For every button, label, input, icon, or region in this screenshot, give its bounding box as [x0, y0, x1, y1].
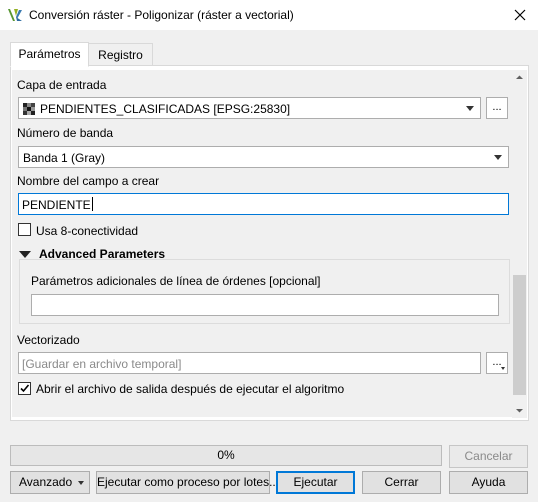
eight-connectedness-label: Usa 8-conectividad [36, 224, 139, 238]
title-bar: Conversión ráster - Poligonizar (ráster … [0, 0, 538, 30]
advanced-parameters-group: Parámetros adicionales de línea de órden… [19, 259, 510, 324]
window-title: Conversión ráster - Poligonizar (ráster … [29, 8, 294, 22]
field-name-value: PENDIENTE [22, 198, 91, 212]
batch-process-button[interactable]: Ejecutar como proceso por lotes... [96, 471, 279, 494]
scrollbar-thumb[interactable] [513, 275, 526, 395]
advanced-button[interactable]: Avanzado [10, 471, 90, 494]
run-button[interactable]: Ejecutar [276, 471, 355, 494]
close-icon[interactable] [510, 5, 530, 25]
progress-bar: 0% [10, 445, 442, 466]
input-layer-label: Capa de entrada [17, 78, 107, 92]
extra-params-input[interactable] [31, 294, 499, 316]
field-name-label: Nombre del campo a crear [17, 174, 160, 188]
input-layer-value: PENDIENTES_CLASIFICADAS [EPSG:25830] [40, 102, 291, 116]
qgis-logo-icon [8, 9, 22, 21]
vertical-scrollbar[interactable] [512, 70, 527, 418]
output-input[interactable]: [Guardar en archivo temporal] [18, 352, 481, 374]
chevron-down-icon [78, 481, 84, 485]
eight-connectedness-checkbox[interactable] [18, 223, 31, 236]
parameters-panel: Capa de entrada PENDIENTES_CLASIFICADAS … [10, 65, 529, 421]
parameters-scroll-area: Capa de entrada PENDIENTES_CLASIFICADAS … [12, 70, 512, 417]
input-layer-combo[interactable]: PENDIENTES_CLASIFICADAS [EPSG:25830] [18, 97, 481, 119]
output-browse-button[interactable]: ... [486, 352, 508, 374]
collapse-triangle-icon[interactable] [19, 251, 31, 258]
close-button[interactable]: Cerrar [362, 471, 441, 494]
chevron-down-icon [494, 155, 502, 160]
cancel-button[interactable]: Cancelar [449, 445, 528, 468]
band-value: Banda 1 (Gray) [23, 151, 106, 165]
progress-text: 0% [217, 448, 235, 462]
input-layer-browse-button[interactable]: ... [486, 97, 508, 119]
extra-params-label: Parámetros adicionales de línea de órden… [31, 274, 321, 288]
open-output-checkbox[interactable] [18, 382, 31, 395]
scroll-up-icon[interactable] [515, 73, 524, 82]
open-output-label: Abrir el archivo de salida después de ej… [36, 382, 345, 396]
output-placeholder: [Guardar en archivo temporal] [22, 357, 182, 371]
tab-parametros[interactable]: Parámetros [10, 42, 89, 67]
tab-registro[interactable]: Registro [88, 43, 153, 66]
band-label: Número de banda [17, 126, 114, 140]
field-name-input[interactable]: PENDIENTE [18, 193, 509, 215]
chevron-down-icon [466, 106, 474, 111]
help-button[interactable]: Ayuda [449, 471, 528, 494]
output-label: Vectorizado [17, 333, 80, 347]
text-caret [92, 197, 93, 211]
checkmark-icon [20, 384, 30, 393]
chevron-down-icon [501, 367, 505, 370]
band-combo[interactable]: Banda 1 (Gray) [18, 146, 509, 168]
scroll-down-icon[interactable] [515, 406, 524, 415]
raster-layer-icon [23, 103, 35, 115]
